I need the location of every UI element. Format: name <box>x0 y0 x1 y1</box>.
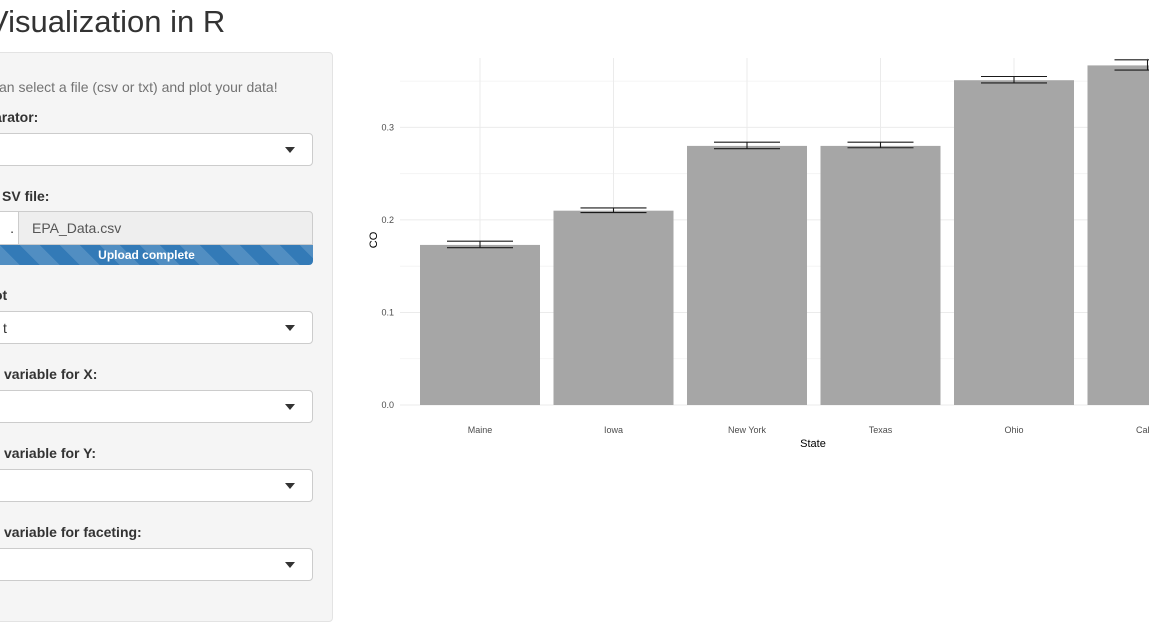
upload-progress-bar: Upload complete <box>0 245 313 265</box>
y-axis-title: CO <box>368 231 380 248</box>
x-tick-label: Maine <box>468 425 493 435</box>
x-tick-label: Califo <box>1136 425 1149 435</box>
y-variable-label: variable for Y: <box>4 445 96 461</box>
chart-bar <box>687 146 807 405</box>
plot-type-select-value: t <box>3 320 7 336</box>
file-name-field: EPA_Data.csv <box>18 211 313 245</box>
plot-output: Maine Iowa New York Texas Ohio Califo 0.0 0.1 0.… <box>340 50 1149 460</box>
y-tick-label: 0.1 <box>381 307 394 317</box>
separator-label: arator: <box>0 109 38 125</box>
chevron-down-icon <box>285 562 295 568</box>
chart-bar <box>1088 65 1149 405</box>
bar-chart: Maine Iowa New York Texas Ohio Califo 0.0 0.1 0.… <box>340 50 1149 460</box>
plot-type-select[interactable]: t <box>0 311 313 344</box>
file-input-label: SV file: <box>2 188 49 204</box>
chart-bar <box>954 80 1074 405</box>
x-tick-label: Texas <box>869 425 893 435</box>
app-title: Visualization in R <box>0 4 225 40</box>
x-variable-label: variable for X: <box>4 366 97 382</box>
x-tick-label: Ohio <box>1004 425 1023 435</box>
chart-bar <box>821 146 941 405</box>
chart-bar <box>554 211 674 405</box>
separator-select[interactable] <box>0 133 313 166</box>
y-variable-select[interactable] <box>0 469 313 502</box>
facet-variable-label: variable for faceting: <box>4 524 142 540</box>
chevron-down-icon <box>285 325 295 331</box>
y-tick-label: 0.2 <box>381 215 394 225</box>
browse-button-label: . <box>10 220 14 236</box>
chevron-down-icon <box>285 404 295 410</box>
y-tick-label: 0.3 <box>381 122 394 132</box>
facet-variable-select[interactable] <box>0 548 313 581</box>
x-axis-title: State <box>800 438 826 450</box>
chevron-down-icon <box>285 483 295 489</box>
plot-type-label: ot <box>0 287 7 303</box>
chevron-down-icon <box>285 147 295 153</box>
upload-progress: Upload complete <box>0 245 313 265</box>
x-tick-label: New York <box>728 425 767 435</box>
y-tick-label: 0.0 <box>381 400 394 410</box>
help-text: can select a file (csv or txt) and plot … <box>0 79 278 95</box>
chart-bar <box>420 245 540 405</box>
x-variable-select[interactable] <box>0 390 313 423</box>
browse-button[interactable]: . <box>0 211 18 245</box>
x-tick-label: Iowa <box>604 425 623 435</box>
